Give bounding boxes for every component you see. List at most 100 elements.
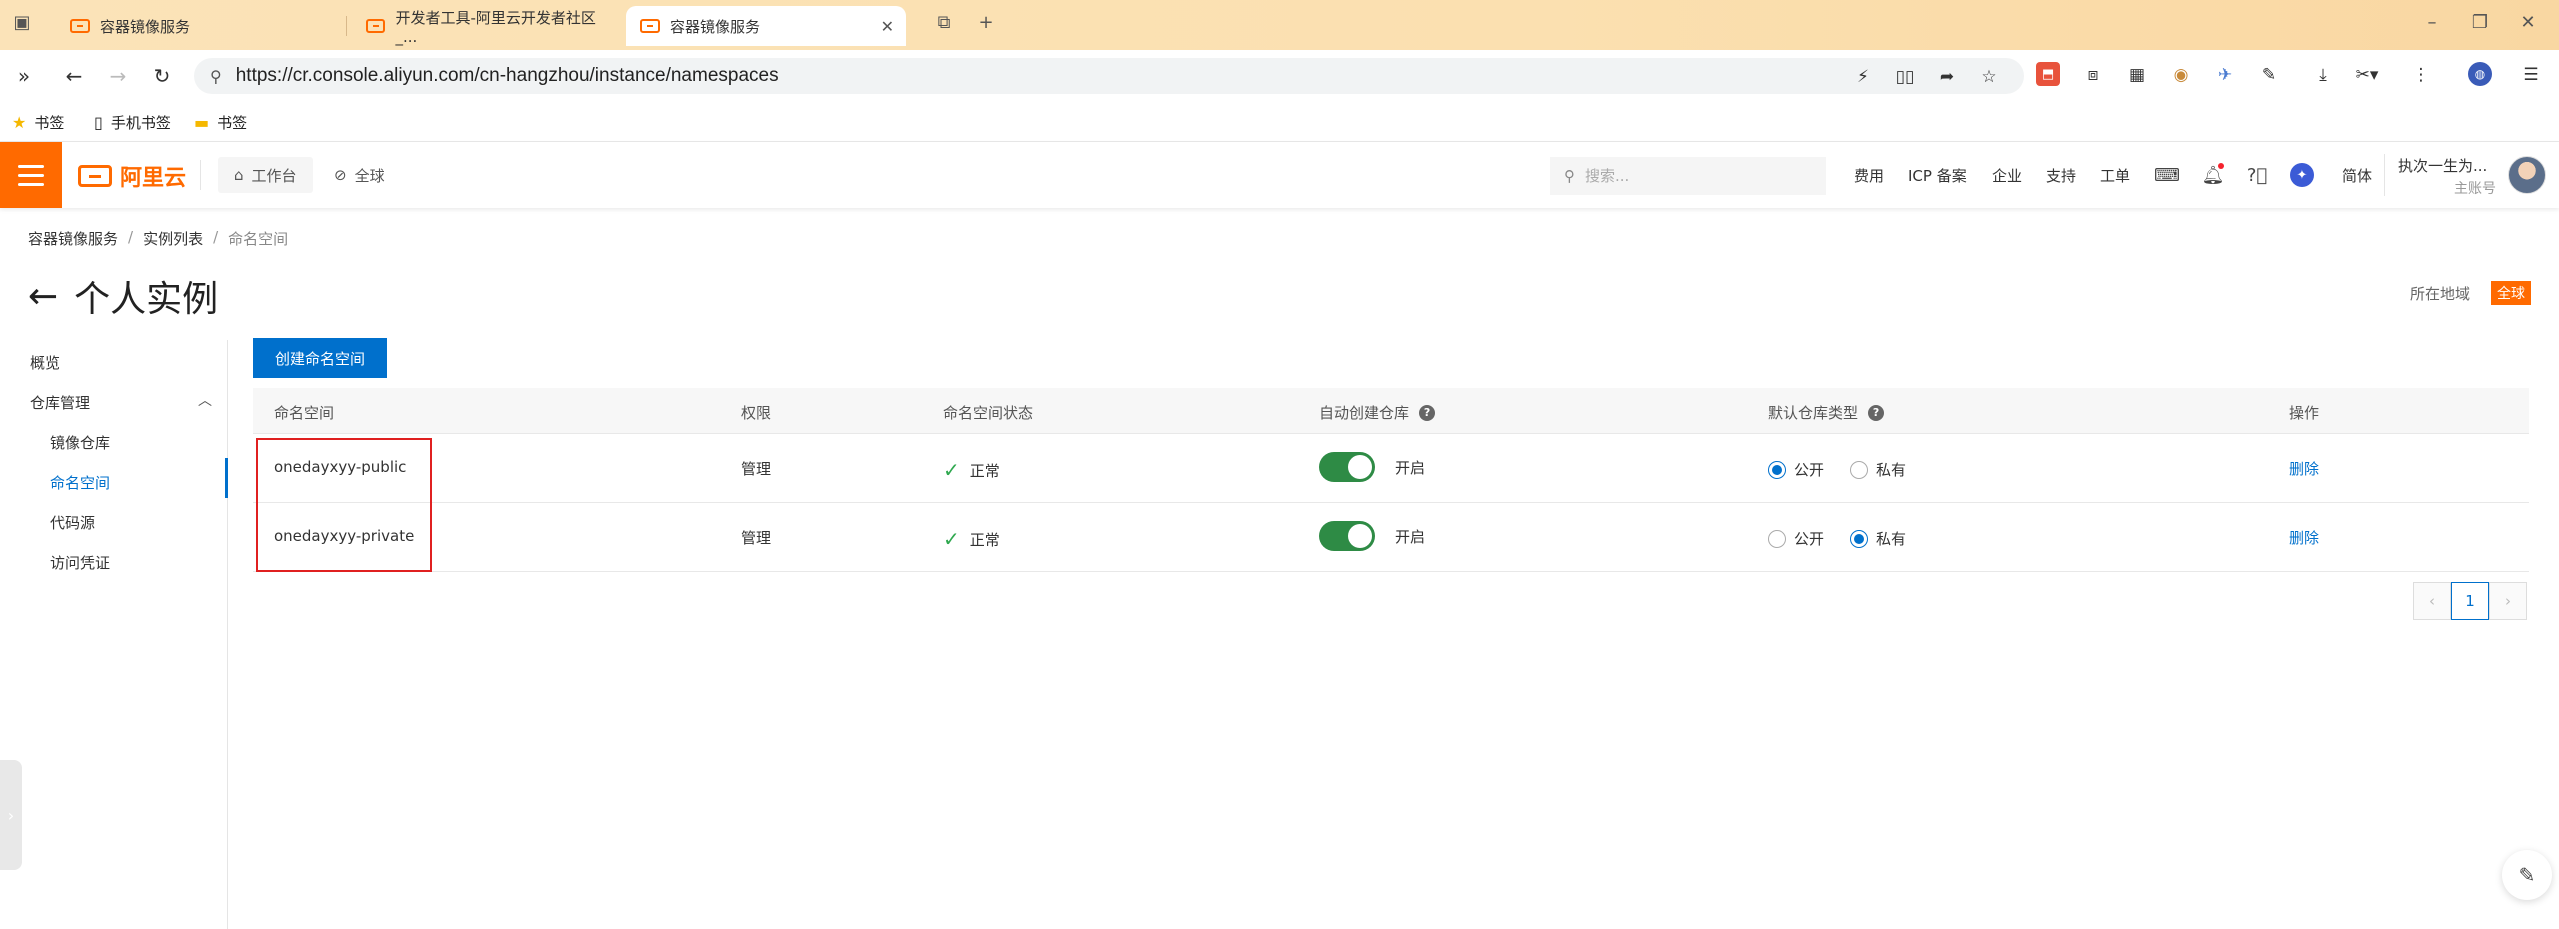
avatar[interactable] <box>2508 156 2546 194</box>
side-item-overview[interactable]: 概览 <box>30 352 60 373</box>
auto-create-cell: 开启 <box>1319 452 1425 482</box>
language-switch[interactable]: 简体 <box>2342 165 2372 186</box>
side-nav: 概览 仓库管理 ︿ 镜像仓库 命名空间 代码源 访问凭证 <box>0 340 228 929</box>
create-namespace-button[interactable]: 创建命名空间 <box>253 338 387 378</box>
permission: 管理 <box>741 529 772 547</box>
breadcrumb: 容器镜像服务 / 实例列表 / 命名空间 <box>28 228 289 249</box>
header-link-ticket[interactable]: 工单 <box>2100 165 2130 186</box>
prev-page-icon[interactable]: ‹ <box>2413 582 2451 620</box>
bird-extension-icon[interactable]: ✈ <box>2212 62 2238 88</box>
profile-icon[interactable]: ◍ <box>2468 62 2492 86</box>
collapse-sidebar-tab[interactable]: › <box>0 760 22 870</box>
workbench-button[interactable]: ⌂ 工作台 <box>218 157 313 193</box>
page-number[interactable]: 1 <box>2451 582 2489 620</box>
header-link-billing[interactable]: 费用 <box>1854 165 1884 186</box>
game-extension-icon[interactable]: ◉ <box>2168 62 2194 88</box>
reload-icon[interactable]: ↻ <box>148 62 176 90</box>
radio-private[interactable] <box>1850 529 1869 548</box>
region-label: 所在地域 <box>2410 285 2471 303</box>
sign-extension-icon[interactable]: ✎ <box>2256 62 2282 88</box>
side-item-namespaces[interactable]: 命名空间 <box>50 472 110 493</box>
forward-icon[interactable]: → <box>104 62 132 90</box>
help-icon[interactable]: ? <box>1419 404 1436 421</box>
radio-public[interactable] <box>1768 529 1786 548</box>
scissors-icon[interactable]: ✂▾ <box>2354 62 2380 88</box>
back-icon[interactable]: ← <box>60 62 88 90</box>
region-badge: 全球 <box>2491 281 2531 305</box>
auto-create-toggle[interactable] <box>1319 521 1375 551</box>
auto-create-toggle[interactable] <box>1319 452 1375 482</box>
breadcrumb-item[interactable]: 容器镜像服务 <box>28 228 118 249</box>
bookmark-star-icon[interactable]: ☆ <box>1976 64 2002 90</box>
qrcode-extension-icon[interactable]: ▦ <box>2124 62 2150 88</box>
browser-tab-bar: ▣ 容器镜像服务 开发者工具-阿里云开发者社区_... 容器镜像服务 ✕ ⧉ +… <box>0 0 2559 50</box>
home-icon: ⌂ <box>234 166 244 184</box>
share-icon[interactable]: ➦ <box>1934 64 1960 90</box>
assistant-icon[interactable]: ✦ <box>2290 163 2314 187</box>
user-role: 主账号 <box>2454 181 2496 197</box>
restore-icon[interactable]: ❐ <box>2466 8 2494 36</box>
tab-collection-icon[interactable]: ⧉ <box>930 8 958 36</box>
side-item-code-source[interactable]: 代码源 <box>50 512 95 533</box>
browser-tab-3[interactable]: 容器镜像服务 ✕ <box>626 6 906 46</box>
next-page-icon[interactable]: › <box>2489 582 2527 620</box>
back-arrow-icon[interactable]: ← <box>28 276 58 317</box>
download-icon[interactable]: ⤓ <box>2310 62 2336 88</box>
help-icon[interactable]: ? <box>1868 404 1885 421</box>
url-field[interactable]: ⚲ https://cr.console.aliyun.com/cn-hangz… <box>194 58 2024 94</box>
default-type-cell: 公开 私有 <box>1768 528 1906 549</box>
minimize-icon[interactable]: – <box>2418 8 2446 36</box>
sidebar-toggle-icon[interactable]: » <box>10 62 38 90</box>
aliyun-logo[interactable]: 阿里云 <box>78 160 186 192</box>
side-item-credentials[interactable]: 访问凭证 <box>50 552 110 573</box>
header-link-enterprise[interactable]: 企业 <box>1992 165 2022 186</box>
help-icon[interactable]: ?⃝ <box>2244 162 2270 188</box>
screenshot-extension-icon[interactable]: ⧈ <box>2080 62 2106 88</box>
default-type-cell: 公开 私有 <box>1768 459 1906 480</box>
aliyun-favicon-icon <box>640 19 660 33</box>
bookmark-item[interactable]: ★ 书签 <box>12 112 64 133</box>
tab-close-icon[interactable]: ✕ <box>881 17 894 36</box>
edit-feedback-icon[interactable]: ✎ <box>2502 850 2552 900</box>
tab-menu-icon[interactable]: ▣ <box>8 8 36 36</box>
user-name[interactable]: 执次一生为... <box>2398 155 2487 176</box>
check-icon: ✓ <box>943 458 960 482</box>
chevron-right-icon: › <box>7 805 15 825</box>
browser-tab-2[interactable]: 开发者工具-阿里云开发者社区_... <box>352 6 624 46</box>
reader-mode-icon[interactable]: ▯▯ <box>1892 64 1918 90</box>
new-tab-icon[interactable]: + <box>972 8 1000 36</box>
bookmarks-bar: ★ 书签 ▯ 手机书签 ▬ 书签 <box>0 102 2559 142</box>
bell-icon[interactable]: 🔔︎ <box>2200 162 2226 188</box>
console-search[interactable]: ⚲ <box>1550 157 1826 195</box>
tab-title: 容器镜像服务 <box>670 17 761 36</box>
pdf-extension-icon[interactable]: ⬒ <box>2036 62 2060 86</box>
globe-icon: ⊘ <box>334 166 347 184</box>
bookmark-item[interactable]: ▬ 书签 <box>194 112 247 133</box>
browser-tab-1[interactable]: 容器镜像服务 <box>56 6 346 46</box>
permission: 管理 <box>741 460 772 478</box>
header-link-support[interactable]: 支持 <box>2046 165 2076 186</box>
pagination: ‹ 1 › <box>2413 582 2527 620</box>
menu-icon[interactable] <box>0 142 62 208</box>
breadcrumb-item[interactable]: 实例列表 <box>143 228 203 249</box>
bookmark-item[interactable]: ▯ 手机书签 <box>94 112 171 133</box>
side-item-images[interactable]: 镜像仓库 <box>50 432 110 453</box>
delete-link[interactable]: 删除 <box>2289 527 2319 548</box>
more-icon[interactable]: ⋮ <box>2408 62 2434 88</box>
search-input[interactable] <box>1585 167 1805 185</box>
star-icon: ★ <box>12 113 27 132</box>
side-group-repo[interactable]: 仓库管理 <box>30 392 90 413</box>
radio-private[interactable] <box>1850 460 1869 479</box>
lightning-icon[interactable]: ⚡ <box>1850 64 1876 90</box>
region-selector[interactable]: ⊘ 全球 <box>334 157 385 193</box>
window-close-icon[interactable]: ✕ <box>2514 8 2542 36</box>
browser-menu-icon[interactable]: ☰ <box>2518 62 2544 88</box>
chevron-up-icon[interactable]: ︿ <box>198 390 212 410</box>
radio-public[interactable] <box>1768 460 1786 479</box>
console-header: 阿里云 ⌂ 工作台 ⊘ 全球 ⚲ 费用 ICP 备案 企业 支持 工单 ⌨ 🔔︎… <box>0 142 2559 208</box>
address-bar: » ← → ↻ ⚲ https://cr.console.aliyun.com/… <box>0 50 2559 102</box>
tab-title: 容器镜像服务 <box>100 17 191 36</box>
delete-link[interactable]: 删除 <box>2289 458 2319 479</box>
terminal-icon[interactable]: ⌨ <box>2154 162 2180 188</box>
header-link-icp[interactable]: ICP 备案 <box>1908 165 1967 186</box>
